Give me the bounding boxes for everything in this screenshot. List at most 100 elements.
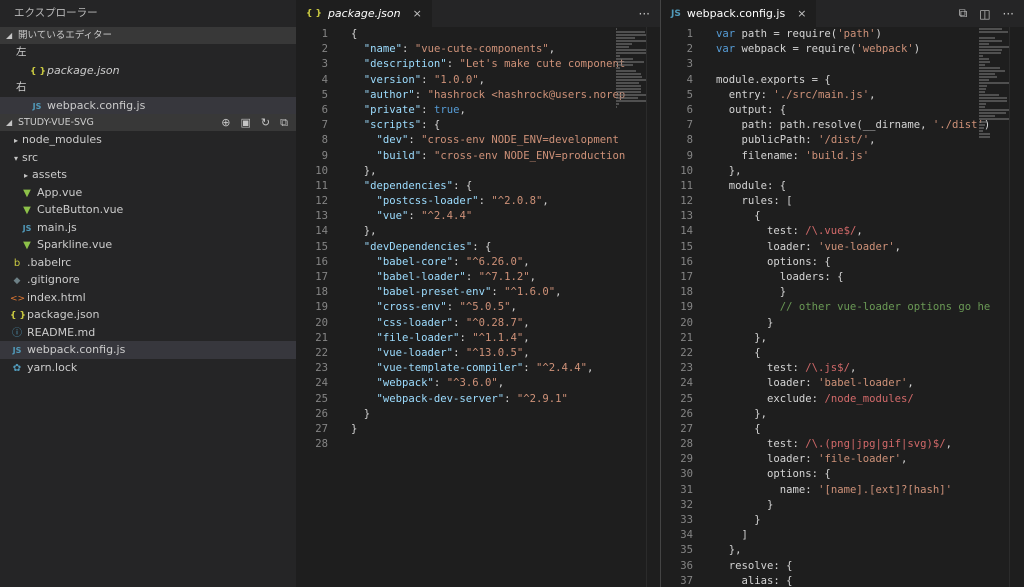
code-token: , <box>869 134 876 147</box>
code-token: , <box>497 377 505 390</box>
code-area-left[interactable]: 1{2 "name": "vue-cute-components", 3 "des… <box>296 27 660 587</box>
code-token: test: <box>716 362 806 375</box>
line-number: 29 <box>680 453 693 466</box>
code-text: "babel-preset-env": "^1.6.0", <box>351 285 562 300</box>
code-token: publicPath: <box>716 134 819 147</box>
code-token: './src/main.js' <box>773 88 870 101</box>
file-item[interactable]: ✿ yarn.lock <box>0 359 296 377</box>
code-line: 9 "build": "cross-env NODE_ENV=productio… <box>296 149 660 164</box>
scrollbar-right[interactable] <box>1009 27 1023 587</box>
file-label: Sparkline.vue <box>37 238 113 251</box>
line-number: 37 <box>680 574 693 587</box>
refresh-icon[interactable]: ↻ <box>261 114 270 131</box>
file-item[interactable]: ⓘ README.md <box>0 324 296 342</box>
folder-item[interactable]: ▸ node_modules <box>0 131 296 149</box>
open-editor-item[interactable]: JS webpack.config.js <box>0 96 296 114</box>
minimap-line <box>979 79 989 81</box>
code-line: 25 exclude: /node_modules/ <box>661 392 1024 407</box>
file-item[interactable]: ▼ App.vue <box>0 184 296 202</box>
open-editors-title: 開いているエディター <box>18 30 113 41</box>
line-number: 6 <box>686 103 693 116</box>
more-actions-icon[interactable]: ··· <box>639 7 650 21</box>
line-number: 19 <box>315 301 328 314</box>
code-token: , <box>900 453 908 466</box>
minimap-line <box>979 70 1006 72</box>
code-token: "cross-env" <box>376 301 447 314</box>
folder-item[interactable]: ▸ assets <box>0 166 296 184</box>
code-token: : <box>446 301 460 314</box>
line-number: 26 <box>680 407 693 420</box>
code-token: : <box>459 331 473 344</box>
minimap-line <box>616 46 629 48</box>
code-line: 7 path: path.resolve(__dirname, './dist'… <box>661 118 1024 133</box>
file-item[interactable]: { }package.json <box>0 306 296 324</box>
close-icon[interactable]: × <box>797 7 806 20</box>
tab-package-json[interactable]: { } package.json × <box>296 0 432 27</box>
minimap-line <box>616 76 643 78</box>
line-number: 22 <box>315 346 328 359</box>
close-icon[interactable]: × <box>413 7 422 20</box>
line-number: 12 <box>315 195 328 208</box>
code-token: , <box>555 286 562 299</box>
split-editor-icon[interactable]: ◫ <box>979 7 990 21</box>
file-item[interactable]: JS webpack.config.js <box>0 341 296 359</box>
open-editor-item[interactable]: { }package.json <box>0 62 296 80</box>
chevron-right-icon: ▸ <box>13 136 18 145</box>
file-item[interactable]: JS main.js <box>0 219 296 237</box>
folder-item[interactable]: ▾ src <box>0 149 296 167</box>
tab-label: webpack.config.js <box>686 7 786 20</box>
code-token: : <box>421 73 434 86</box>
code-token: : <box>453 255 466 268</box>
project-header[interactable]: ◢ STUDY-VUE-SVG ⊕ ▣ ↻ ⧉ <box>0 114 296 131</box>
code-text: "description": "Let's make cute componen… <box>351 57 626 72</box>
code-line: 14 }, <box>296 224 660 239</box>
code-token: entry: <box>716 88 774 101</box>
code-token: : <box>478 195 492 208</box>
code-token: "^7.1.2" <box>478 271 530 283</box>
code-token: loaders: { <box>716 271 844 283</box>
code-token: , <box>510 301 517 314</box>
code-text: "webpack": "^3.6.0", <box>351 376 505 391</box>
code-line: 24 loader: 'babel-loader', <box>661 376 1024 391</box>
line-number: 9 <box>321 149 328 162</box>
code-token: : <box>523 362 536 375</box>
scrollbar-left[interactable] <box>646 27 660 587</box>
minimap-line <box>979 97 1007 99</box>
code-line: 8 "dev": "cross-env NODE_ENV=development <box>296 133 660 148</box>
code-line: 35 }, <box>661 543 1024 558</box>
line-number: 7 <box>686 119 693 132</box>
code-token: { <box>716 346 761 359</box>
code-line: 15 "devDependencies": { <box>296 240 660 255</box>
line-number: 25 <box>680 392 693 405</box>
code-token: "^6.26.0" <box>465 255 524 268</box>
code-token: : <box>421 149 434 162</box>
code-line: 21 "file-loader": "^1.1.4", <box>296 331 660 346</box>
new-file-icon[interactable]: ⊕ <box>221 114 230 131</box>
code-token: } <box>716 286 787 299</box>
code-token: "webpack" <box>376 377 434 390</box>
line-number: 11 <box>315 179 328 192</box>
code-text: "version": "1.0.0", <box>351 73 485 88</box>
collapse-all-icon[interactable]: ⧉ <box>280 114 288 131</box>
new-folder-icon[interactable]: ▣ <box>241 114 251 131</box>
code-token: { <box>716 210 761 223</box>
file-item[interactable]: ◆ .gitignore <box>0 271 296 289</box>
code-area-right[interactable]: 1 var path = require('path') 2 var webpack … <box>661 27 1024 587</box>
code-line: 17 loaders: { <box>661 270 1024 285</box>
file-label: index.html <box>27 290 86 304</box>
open-editors-header[interactable]: ◢ 開いているエディター <box>0 27 296 44</box>
code-text: { <box>716 209 761 224</box>
open-changes-icon[interactable]: ⧉ <box>959 6 968 21</box>
more-actions-icon[interactable]: ··· <box>1003 7 1014 21</box>
file-item[interactable]: <> index.html <box>0 289 296 307</box>
file-item[interactable]: ▼ Sparkline.vue <box>0 236 296 254</box>
file-item[interactable]: b .babelrc <box>0 254 296 272</box>
code-line: 6 "private": true, <box>296 103 660 118</box>
code-token: : <box>414 88 428 101</box>
minimap-line <box>979 73 996 75</box>
file-item[interactable]: ▼ CuteButton.vue <box>0 201 296 219</box>
code-token: , <box>523 255 530 268</box>
minimap-line <box>616 31 645 33</box>
tab-webpack-config[interactable]: JS webpack.config.js × <box>661 0 817 27</box>
code-token: webpack = require( <box>735 43 857 56</box>
